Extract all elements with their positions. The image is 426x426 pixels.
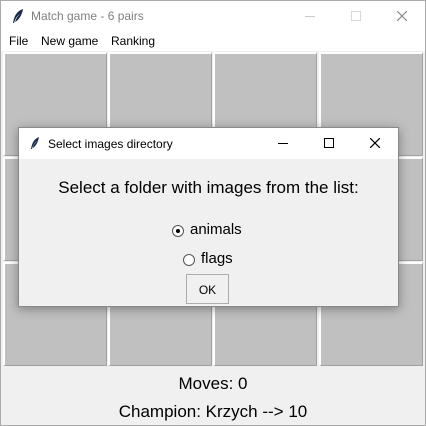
main-titlebar: Match game - 6 pairs (1, 1, 425, 31)
dialog-minimize-button[interactable] (260, 128, 306, 159)
close-icon (370, 138, 380, 148)
minimize-icon (305, 16, 315, 17)
minimize-icon (278, 143, 288, 144)
menu-file[interactable]: File (9, 34, 28, 48)
ok-button[interactable]: OK (186, 274, 229, 304)
champion-label: Champion: Krzych --> 10 (118, 402, 308, 421)
minimize-button[interactable] (287, 1, 333, 31)
dialog-prompt: Select a folder with images from the lis… (58, 178, 359, 197)
dialog-title: Select images directory (48, 137, 173, 151)
menubar: File New game Ranking (1, 31, 425, 51)
maximize-icon (351, 11, 361, 21)
radio-label: animals (190, 221, 242, 238)
radio-button[interactable] (172, 225, 184, 237)
maximize-button[interactable] (333, 1, 379, 31)
dialog-maximize-button[interactable] (306, 128, 352, 159)
feather-icon (13, 9, 23, 23)
radio-label: flags (201, 250, 233, 267)
radio-selected-dot (176, 229, 180, 233)
window-title: Match game - 6 pairs (31, 9, 144, 23)
feather-icon (31, 137, 39, 149)
close-button[interactable] (379, 1, 425, 31)
dialog-titlebar: Select images directory (19, 128, 398, 159)
menu-new-game[interactable]: New game (41, 34, 98, 48)
radio-button[interactable] (183, 254, 195, 266)
moves-label: Moves: 0 (178, 374, 248, 393)
menu-ranking[interactable]: Ranking (111, 34, 155, 48)
close-icon (397, 11, 407, 21)
maximize-icon (324, 138, 334, 148)
dialog-close-button[interactable] (352, 128, 398, 159)
select-directory-dialog: Select images directory Select a folder … (18, 127, 399, 307)
